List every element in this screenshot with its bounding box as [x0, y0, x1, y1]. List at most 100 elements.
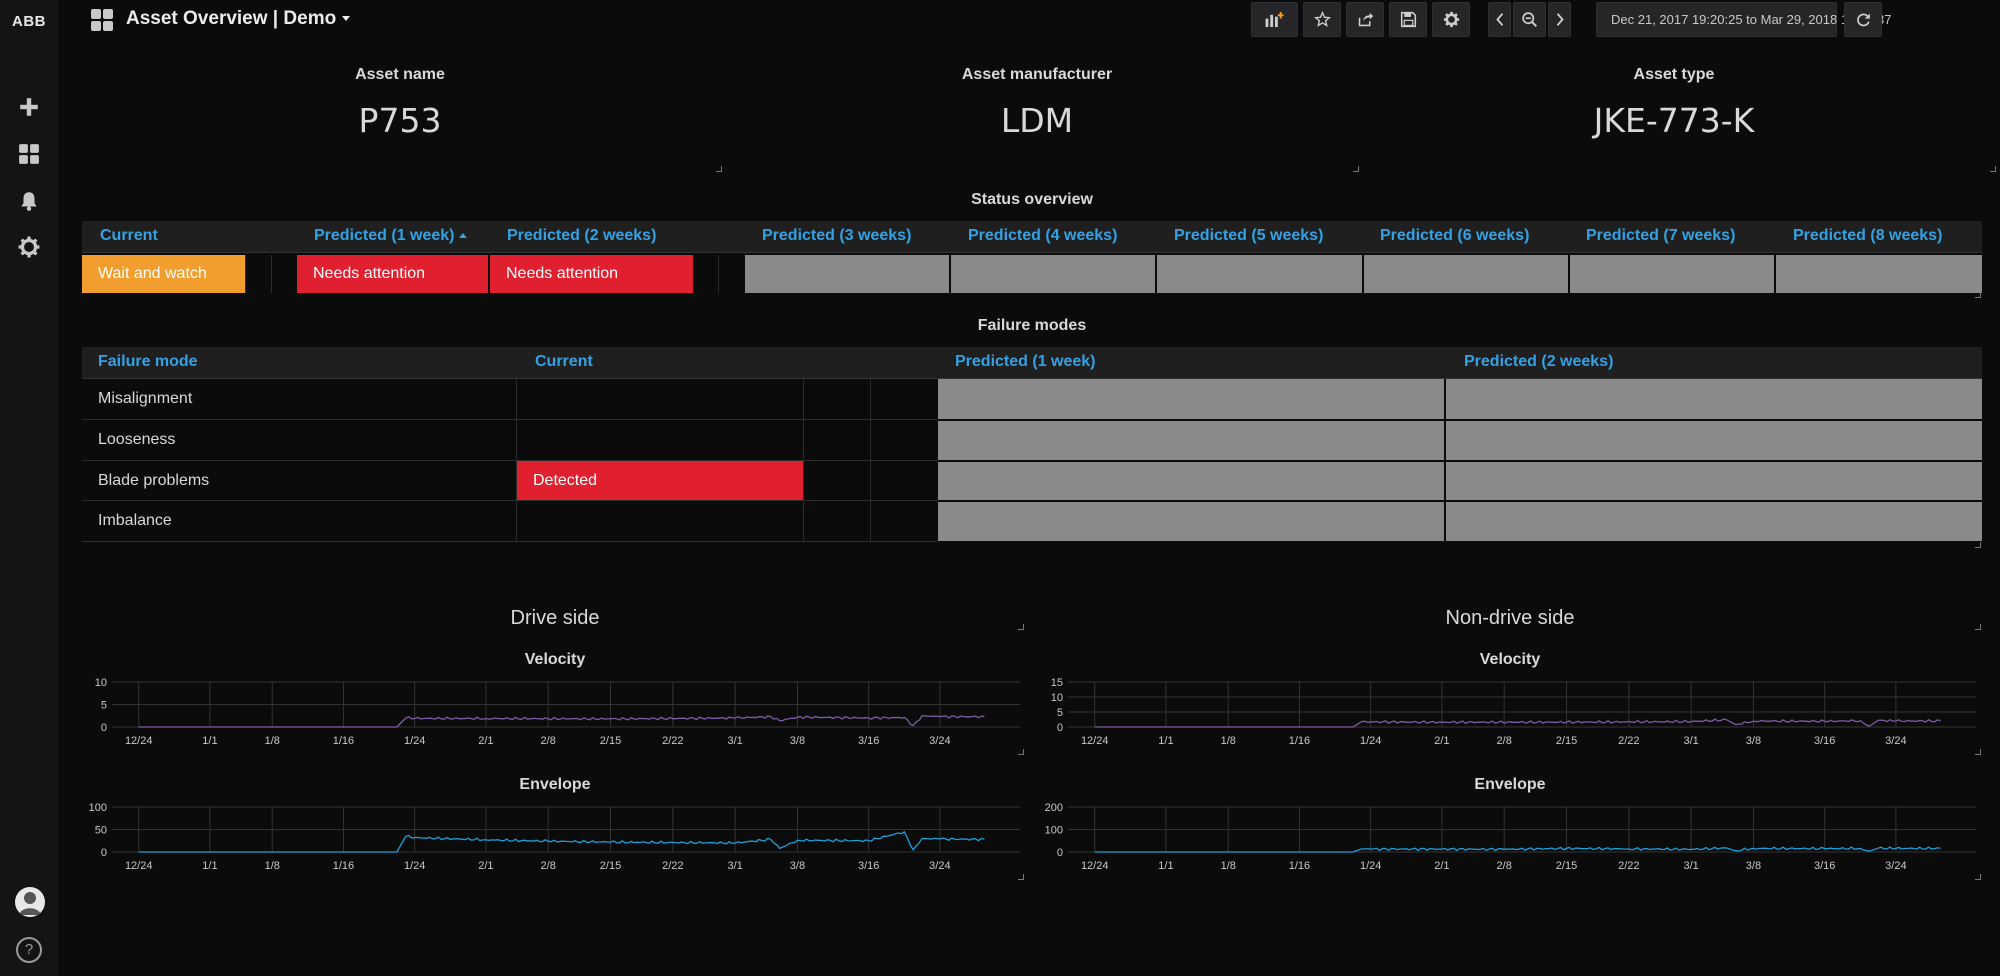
status-overview-header: Current Predicted (1 week) Predicted (2 …: [82, 221, 1982, 253]
x-tick-label: 3/1: [1683, 735, 1698, 747]
panel-resize-handle[interactable]: [1975, 749, 1981, 755]
y-tick-label: 10: [1051, 692, 1063, 704]
user-avatar[interactable]: [15, 887, 45, 917]
settings-button[interactable]: [1432, 2, 1470, 37]
x-tick-label: 3/1: [727, 735, 742, 747]
share-button[interactable]: [1346, 2, 1384, 37]
drive-velocity-chart[interactable]: 0 5 10 12/24 1/1 1/8 1/16 1/24 2/1 2/8 2/15 2/22 3/1…: [82, 672, 1022, 752]
col-predicted-8-weeks[interactable]: Predicted (8 weeks): [1793, 227, 1942, 245]
col-fm-predicted-2-weeks[interactable]: Predicted (2 weeks): [1464, 353, 1613, 371]
status-week2-cell: Needs attention: [490, 255, 693, 293]
failure-predicted-cell: [938, 379, 1444, 419]
x-tick-label: 2/15: [1556, 735, 1577, 747]
x-tick-label: 2/1: [478, 735, 493, 747]
panel-resize-handle[interactable]: [1975, 292, 1981, 298]
x-tick-label: 3/24: [929, 735, 950, 747]
star-button[interactable]: [1303, 2, 1341, 37]
divider: [271, 255, 272, 293]
asset-type-value: JKE-773-K: [1593, 101, 1755, 140]
x-tick-label: 1/16: [1289, 860, 1310, 872]
x-tick-label: 1/8: [1221, 860, 1236, 872]
panel-resize-handle[interactable]: [1975, 874, 1981, 880]
failure-predicted-cell: [938, 502, 1444, 541]
panel-resize-handle[interactable]: [1018, 874, 1024, 880]
zoom-out-button[interactable]: [1513, 2, 1546, 37]
col-fm-predicted-1-week[interactable]: Predicted (1 week): [955, 353, 1096, 371]
time-back-button[interactable]: [1488, 2, 1511, 37]
y-tick-label: 0: [101, 722, 107, 734]
x-tick-label: 3/1: [1683, 860, 1698, 872]
failure-mode-row-label: Blade problems: [98, 471, 210, 489]
col-predicted-6-weeks[interactable]: Predicted (6 weeks): [1380, 227, 1529, 245]
x-tick-label: 12/24: [125, 735, 153, 747]
drive-envelope-chart[interactable]: 0 50 100 12/24 1/1 1/8 1/16 1/24 2/1 2/8 2/15 2/22 3…: [82, 797, 1022, 877]
y-tick-label: 100: [89, 802, 107, 814]
share-icon: [1358, 12, 1373, 27]
panel-resize-handle[interactable]: [1975, 542, 1981, 548]
divider: [870, 379, 871, 541]
col-predicted-1-week[interactable]: Predicted (1 week): [314, 227, 467, 245]
x-tick-label: 2/1: [1434, 735, 1449, 747]
col-fm-current[interactable]: Current: [535, 353, 593, 371]
col-predicted-7-weeks[interactable]: Predicted (7 weeks): [1586, 227, 1735, 245]
failure-detected-cell: Detected: [517, 461, 803, 500]
asset-manufacturer-value: LDM: [1000, 101, 1074, 140]
status-week3-cell: [745, 255, 949, 293]
y-tick-label: 200: [1045, 802, 1063, 814]
x-tick-label: 3/16: [1814, 735, 1835, 747]
chevron-left-icon: [1495, 13, 1503, 26]
side-menu: ABB ?: [0, 0, 58, 976]
save-button[interactable]: [1389, 2, 1427, 37]
x-tick-label: 12/24: [1081, 735, 1109, 747]
x-tick-label: 1/1: [1158, 735, 1173, 747]
time-range-picker[interactable]: Dec 21, 2017 19:20:25 to Mar 29, 2018 19…: [1596, 2, 1891, 37]
non-drive-velocity-chart[interactable]: 0 5 10 15 12/24 1/1 1/8 1/16 1/24 2/1 2/8 2/15 2/22 3…: [1038, 672, 1978, 752]
abb-logo[interactable]: ABB: [10, 13, 48, 30]
failure-predicted-cell: [938, 421, 1444, 460]
col-predicted-2-weeks[interactable]: Predicted (2 weeks): [507, 227, 656, 245]
non-drive-velocity-title: Velocity: [1479, 651, 1541, 668]
plus-icon[interactable]: [16, 94, 42, 120]
x-tick-label: 2/15: [1556, 860, 1577, 872]
x-tick-label: 3/24: [929, 860, 950, 872]
dashboards-icon[interactable]: [16, 141, 42, 167]
bell-icon[interactable]: [16, 188, 42, 214]
panel-resize-handle[interactable]: [1990, 166, 1996, 172]
failure-predicted-cell: [938, 462, 1444, 500]
x-tick-label: 3/8: [790, 860, 805, 872]
x-tick-label: 2/22: [662, 735, 683, 747]
x-tick-label: 2/8: [1497, 860, 1512, 872]
col-predicted-5-weeks[interactable]: Predicted (5 weeks): [1174, 227, 1323, 245]
col-current[interactable]: Current: [100, 227, 158, 245]
status-overview-title: Status overview: [971, 191, 1093, 208]
x-tick-label: 2/8: [1497, 735, 1512, 747]
x-tick-label: 1/8: [1221, 735, 1236, 747]
help-icon[interactable]: ?: [16, 937, 42, 963]
sort-asc-icon: [458, 233, 467, 239]
divider: [245, 255, 246, 293]
x-tick-label: 2/15: [600, 860, 621, 872]
col-predicted-4-weeks[interactable]: Predicted (4 weeks): [968, 227, 1117, 245]
time-forward-button[interactable]: [1548, 2, 1571, 37]
status-week4-cell: [951, 255, 1155, 293]
panel-resize-handle[interactable]: [1975, 624, 1981, 630]
add-panel-icon: [1265, 11, 1283, 28]
refresh-button[interactable]: [1844, 2, 1882, 37]
gear-icon[interactable]: [16, 234, 42, 260]
x-tick-label: 3/8: [1746, 860, 1761, 872]
status-current-cell: Wait and watch: [82, 255, 245, 293]
x-tick-label: 2/1: [1434, 860, 1449, 872]
x-tick-label: 2/15: [600, 735, 621, 747]
col-failure-mode[interactable]: Failure mode: [98, 353, 198, 371]
dashboard-title-picker[interactable]: Asset Overview | Demo: [126, 8, 351, 30]
chevron-down-icon: [342, 16, 351, 22]
add-panel-button[interactable]: [1251, 2, 1298, 37]
col-predicted-3-weeks[interactable]: Predicted (3 weeks): [762, 227, 911, 245]
panel-resize-handle[interactable]: [1018, 624, 1024, 630]
x-tick-label: 2/1: [478, 860, 493, 872]
panel-resize-handle[interactable]: [1018, 749, 1024, 755]
asset-name-value: P753: [358, 101, 442, 140]
non-drive-envelope-chart[interactable]: 0 100 200 12/24 1/1 1/8 1/16 1/24 2/1 2/8 2/15 2/22…: [1038, 797, 1978, 877]
x-tick-label: 1/1: [202, 860, 217, 872]
asset-manufacturer-panel: Asset manufacturer LDM: [719, 54, 1359, 172]
